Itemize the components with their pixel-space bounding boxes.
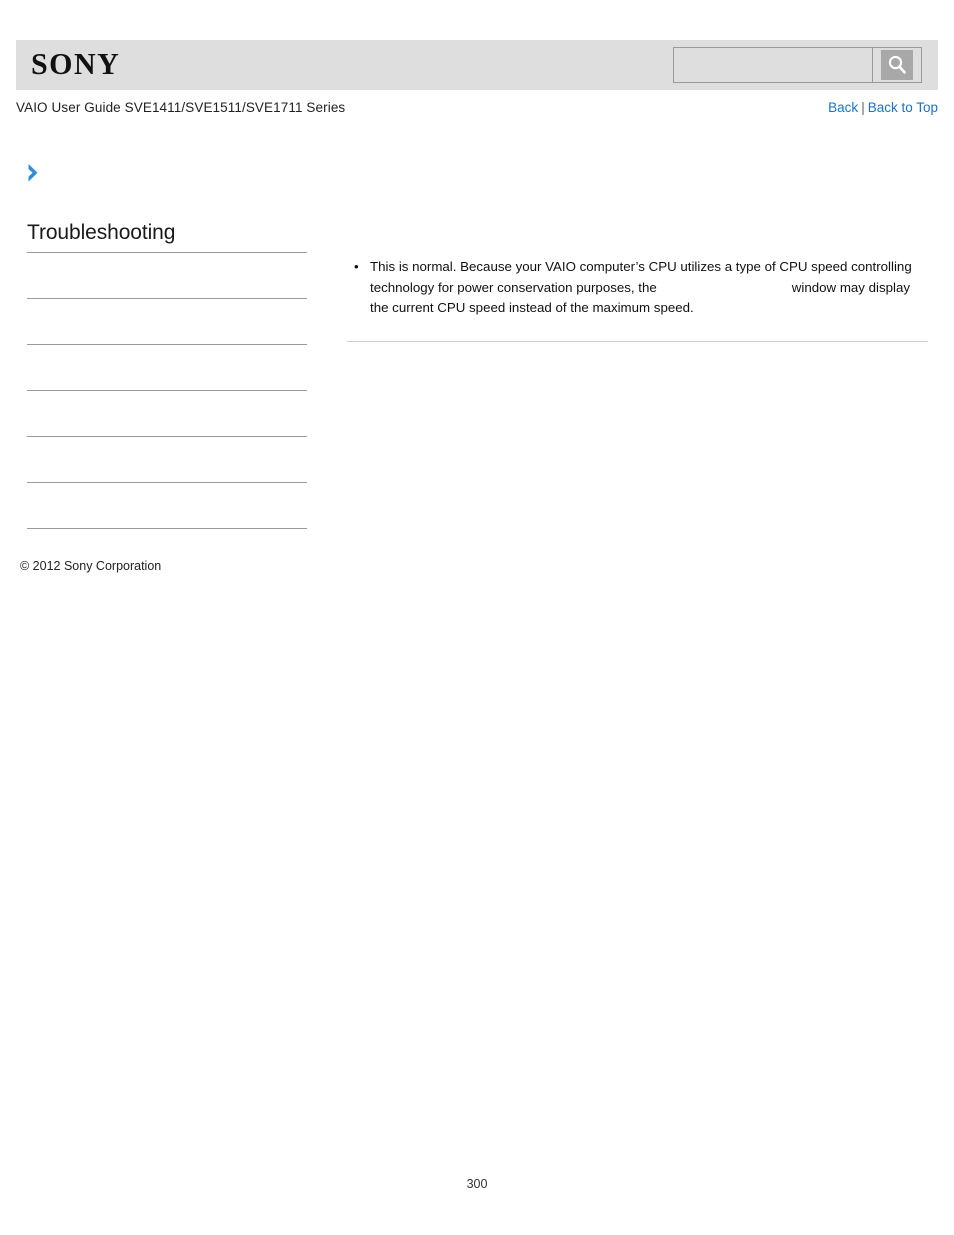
header-nav: Back | Back to Top [828,100,938,115]
search-button[interactable] [872,47,922,83]
guide-title: VAIO User Guide SVE1411/SVE1511/SVE1711 … [16,100,346,115]
sidebar-item-0[interactable] [27,253,307,298]
page-title: Troubleshooting [27,221,176,244]
sidebar-divider [27,528,307,530]
answer-item: • This is normal. Because your VAIO compu… [347,257,928,319]
main-content: • This is normal. Because your VAIO compu… [347,257,928,342]
sony-logo: SONY [31,47,121,82]
sidebar: Troubleshooting [27,220,307,530]
chevron-right-icon[interactable] [25,161,45,185]
content-divider [347,340,928,342]
sidebar-item-1[interactable] [27,299,307,344]
sidebar-item-4[interactable] [27,437,307,482]
back-to-top-link[interactable]: Back to Top [868,100,938,115]
copyright-text: © 2012 Sony Corporation [20,559,162,573]
header-bar: SONY [16,40,938,90]
sidebar-item-2[interactable] [27,345,307,390]
sidebar-item-5[interactable] [27,483,307,528]
search-group [673,47,922,83]
back-link[interactable]: Back [828,100,858,115]
page-number: 300 [466,1177,488,1191]
nav-separator: | [861,100,865,115]
search-icon [881,50,913,80]
answer-list: • This is normal. Because your VAIO compu… [347,257,928,319]
bullet-icon: • [354,259,359,274]
sidebar-item-3[interactable] [27,391,307,436]
sub-header: VAIO User Guide SVE1411/SVE1511/SVE1711 … [16,100,938,115]
search-input[interactable] [673,47,872,83]
